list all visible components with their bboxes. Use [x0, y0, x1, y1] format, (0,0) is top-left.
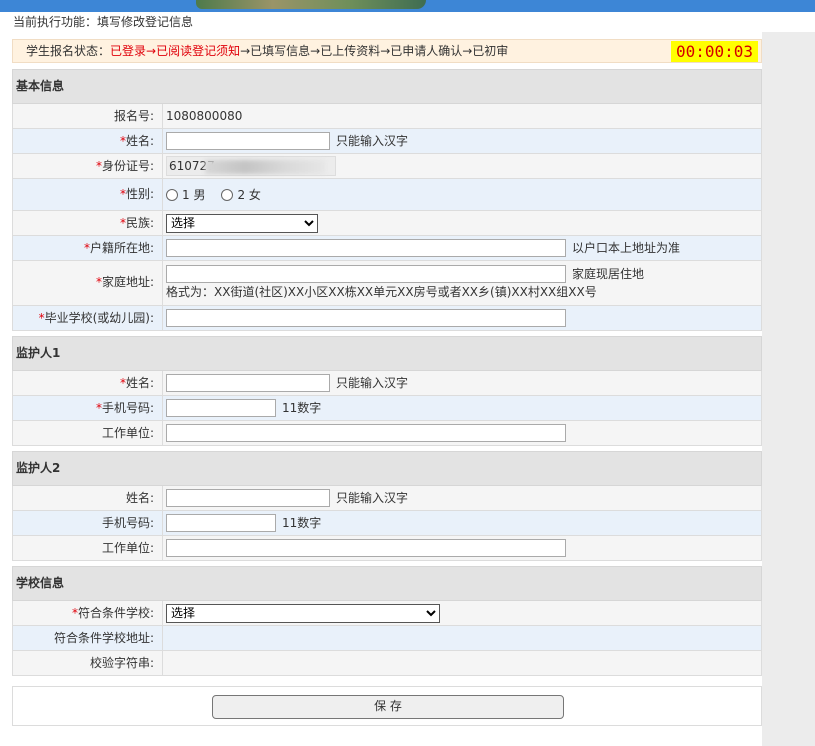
hukou-input[interactable]	[166, 239, 566, 257]
name-hint: 只能输入汉字	[336, 134, 409, 148]
reg-no-label: 报名号:	[13, 104, 163, 128]
guardian2-work-label: 工作单位:	[13, 536, 163, 560]
row-school: *毕业学校(或幼儿园):	[12, 306, 762, 331]
row-school-address: 符合条件学校地址:	[12, 626, 762, 651]
gender-female-label[interactable]: 2 女	[237, 183, 260, 207]
status-steps-done: 已登录→已阅读登记须知	[110, 44, 241, 58]
guardian2-phone-label: 手机号码:	[13, 511, 163, 535]
hukou-label: 户籍所在地:	[89, 241, 154, 255]
status-bar: 学生报名状态：已登录→已阅读登记须知→已填写信息→已上传资料→已申请人确认→已初…	[12, 39, 762, 63]
page-gutter	[762, 32, 815, 746]
row-nation: *民族: 选择	[12, 211, 762, 236]
row-guardian1-name: *姓名: 只能输入汉字	[12, 371, 762, 396]
redacted-blur	[205, 160, 325, 174]
reg-no-value: 1080800080	[166, 109, 243, 123]
row-guardian2-phone: 手机号码: 11数字	[12, 511, 762, 536]
row-hukou: *户籍所在地: 以户口本上地址为准	[12, 236, 762, 261]
guardian1-name-hint: 只能输入汉字	[336, 376, 409, 390]
section-guardian1-title: 监护人1	[12, 336, 762, 371]
name-label: 姓名:	[125, 134, 154, 148]
school-label: 毕业学校(或幼儿园):	[44, 311, 154, 325]
row-home-address: *家庭地址: 家庭现居住地 格式为：XX街道(社区)XX小区XX栋XX单元XX房…	[12, 261, 762, 306]
section-basic-title: 基本信息	[12, 69, 762, 104]
guardian1-work-label: 工作单位:	[13, 421, 163, 445]
section-school-title: 学校信息	[12, 566, 762, 601]
function-title: 当前执行功能：填写修改登记信息	[13, 15, 194, 29]
guardian1-work-input[interactable]	[166, 424, 566, 442]
school-address-label: 符合条件学校地址:	[13, 626, 163, 650]
checksum-label: 校验字符串:	[13, 651, 163, 675]
home-label: 家庭地址:	[101, 275, 154, 289]
row-id: *身份证号: 610727	[12, 154, 762, 179]
graduate-school-input[interactable]	[166, 309, 566, 327]
guardian2-phone-input[interactable]	[166, 514, 276, 532]
status-steps-pending: →已填写信息→已上传资料→已申请人确认→已初审	[240, 44, 509, 58]
top-banner	[0, 0, 815, 12]
function-bar: 当前执行功能：填写修改登记信息	[0, 12, 815, 32]
countdown-timer: 00:00:03	[671, 41, 758, 62]
gender-female-radio[interactable]	[221, 188, 234, 201]
eligible-school-label: 符合条件学校:	[77, 606, 154, 620]
main-panel: 学生报名状态：已登录→已阅读登记须知→已填写信息→已上传资料→已申请人确认→已初…	[0, 32, 762, 746]
row-reg-no: 报名号: 1080800080	[12, 104, 762, 129]
guardian1-phone-label: 手机号码:	[101, 401, 154, 415]
registration-form: 基本信息 报名号: 1080800080 *姓名: 只能输入汉字 *身份证号: …	[12, 69, 762, 676]
nation-select[interactable]: 选择	[166, 213, 318, 233]
guardian1-phone-input[interactable]	[166, 399, 276, 417]
name-input[interactable]	[166, 132, 330, 150]
row-eligible-school: *符合条件学校: 选择	[12, 601, 762, 626]
status-label: 学生报名状态：	[26, 44, 111, 58]
hukou-hint: 以户口本上地址为准	[572, 241, 681, 255]
id-label: 身份证号:	[101, 159, 154, 173]
nation-label: 民族:	[125, 216, 154, 230]
gender-label: 性别:	[125, 187, 154, 201]
row-guardian1-work: 工作单位:	[12, 421, 762, 446]
row-guardian2-work: 工作单位:	[12, 536, 762, 561]
guardian2-name-label: 姓名:	[13, 486, 163, 510]
school-address-value	[163, 626, 761, 650]
banner-image	[196, 0, 426, 9]
guardian2-name-input[interactable]	[166, 489, 330, 507]
guardian2-name-hint: 只能输入汉字	[336, 491, 409, 505]
home-address-format: 格式为：XX街道(社区)XX小区XX栋XX单元XX房号或者XX乡(镇)XX村XX…	[166, 285, 597, 299]
gender-male-label[interactable]: 1 男	[182, 183, 205, 207]
row-gender: *性别: 1 男 2 女	[12, 179, 762, 211]
row-checksum: 校验字符串:	[12, 651, 762, 676]
home-address-input[interactable]	[166, 265, 566, 283]
eligible-school-select[interactable]: 选择	[166, 603, 440, 623]
checksum-value	[163, 651, 761, 675]
gender-male-radio[interactable]	[166, 188, 178, 201]
guardian2-work-input[interactable]	[166, 539, 566, 557]
row-name: *姓名: 只能输入汉字	[12, 129, 762, 154]
save-area: 保 存	[12, 686, 762, 726]
guardian1-phone-hint: 11数字	[282, 401, 322, 415]
row-guardian2-name: 姓名: 只能输入汉字	[12, 486, 762, 511]
save-button[interactable]: 保 存	[212, 695, 564, 719]
guardian2-phone-hint: 11数字	[282, 516, 322, 530]
guardian1-name-label: 姓名:	[125, 376, 154, 390]
guardian1-name-input[interactable]	[166, 374, 330, 392]
row-guardian1-phone: *手机号码: 11数字	[12, 396, 762, 421]
id-number-field: 610727	[166, 156, 336, 176]
section-guardian2-title: 监护人2	[12, 451, 762, 486]
home-hint: 家庭现居住地	[572, 267, 645, 281]
